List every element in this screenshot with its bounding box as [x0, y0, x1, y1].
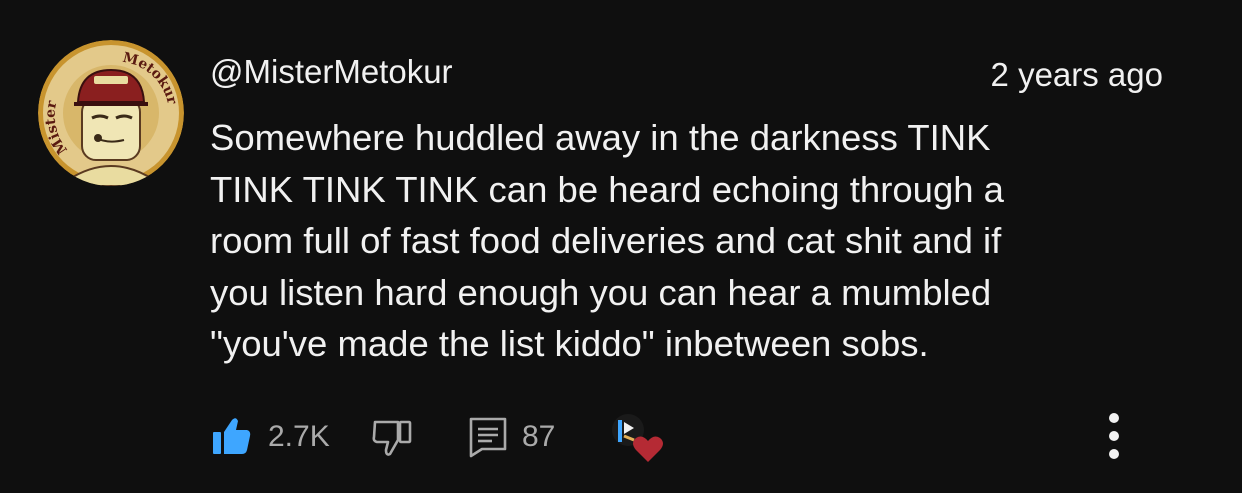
author-avatar[interactable]: Mister Metokur — [38, 40, 184, 186]
thumbs-up-icon[interactable] — [212, 416, 252, 456]
comment-action-bar: 2.7K 87 — [210, 410, 1170, 466]
reply-count: 87 — [522, 420, 556, 453]
thumbs-down-icon[interactable] — [370, 418, 414, 458]
comment-text: Somewhere huddled away in the darkness T… — [210, 117, 1004, 364]
more-vertical-icon[interactable] — [1092, 408, 1136, 468]
creator-heart-icon — [608, 410, 668, 466]
avatar-image: Mister Metokur — [38, 40, 184, 186]
comment-timestamp[interactable]: 2 years ago — [991, 55, 1163, 95]
comment-author[interactable]: @MisterMetokur — [210, 52, 453, 92]
comment-thread: Mister Metokur @MisterMetokur 2 years ag… — [0, 0, 1242, 493]
reply-icon[interactable] — [468, 416, 508, 458]
like-count: 2.7K — [268, 420, 330, 453]
